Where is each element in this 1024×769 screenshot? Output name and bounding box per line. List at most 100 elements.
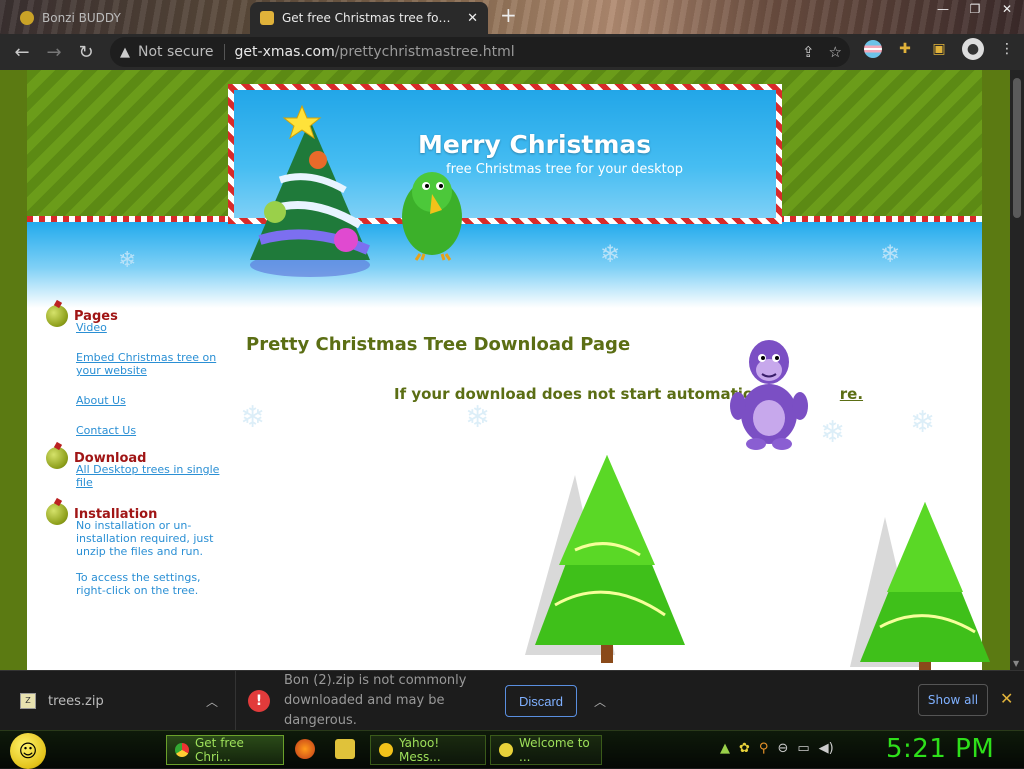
sidebar-link-video[interactable]: Video — [76, 321, 226, 334]
tab-label: Bonzi BUDDY — [42, 11, 121, 25]
sidebar: Pages Video Embed Christmas tree on your… — [46, 305, 226, 610]
sidebar-link-all-trees[interactable]: All Desktop trees in single file — [76, 463, 226, 489]
sidebar-section-download: Download All Desktop trees in single fil… — [46, 447, 226, 489]
scrollbar-thumb[interactable] — [1013, 78, 1021, 218]
candy-stripe-right — [778, 216, 982, 222]
taskbar-button-yahoo[interactable]: Yahoo! Mess... — [370, 735, 486, 765]
chevron-up-icon[interactable]: ︿ — [206, 693, 218, 710]
snowflake-icon: ❄ — [600, 240, 621, 268]
snowflake-icon: ❄ — [465, 400, 491, 435]
download-here-link[interactable]: re. — [840, 385, 863, 403]
snowflake-icon: ❄ — [820, 415, 846, 450]
side-panel-icon[interactable]: ▣ — [928, 38, 950, 60]
bonzi-buddy-gorilla-icon[interactable] — [728, 336, 810, 452]
taskbar: ☺ Get free Chri... Yahoo! Mess... Welcom… — [0, 730, 1024, 769]
bauble-icon — [46, 447, 68, 469]
extension-flag-icon[interactable] — [864, 40, 882, 58]
forward-button[interactable]: → — [38, 36, 70, 68]
close-window-icon[interactable]: ✕ — [998, 2, 1016, 16]
extensions-puzzle-icon[interactable]: ✚ — [894, 38, 916, 60]
restore-icon[interactable]: ❐ — [966, 2, 984, 16]
start-smiley-icon[interactable]: ☺ — [10, 733, 46, 769]
url-path[interactable]: /prettychristmastree.html — [335, 44, 515, 60]
browser-toolbar: ← → ↻ ▲ Not secure get-xmas.com /prettyc… — [0, 34, 1024, 70]
download-file-name[interactable]: trees.zip — [48, 694, 104, 709]
download-item-warning: ! Bon (2).zip is not commonly downloaded… — [248, 671, 624, 731]
menu-kebab-icon[interactable]: ⋮ — [996, 38, 1018, 60]
divider — [223, 44, 225, 60]
omnibox-actions: ⇪ ☆ — [802, 43, 842, 61]
folder-icon[interactable] — [335, 739, 355, 759]
reload-button[interactable]: ↻ — [70, 36, 102, 68]
security-label[interactable]: Not secure — [138, 44, 214, 60]
system-tray: ▲ ✿ ⚲ ⊖ ▭ ◀) — [720, 741, 834, 756]
danger-warning-text: Bon (2).zip is not commonly downloaded a… — [284, 673, 467, 728]
taskbar-label: Yahoo! Mess... — [399, 736, 441, 764]
snowflake-icon: ❄ — [880, 240, 901, 268]
bookmark-star-icon[interactable]: ☆ — [829, 43, 842, 61]
sidebar-link-about[interactable]: About Us — [76, 394, 226, 407]
tree-tray-icon[interactable]: ▲ — [720, 741, 730, 756]
christmas-favicon-icon — [260, 11, 274, 25]
page-title: Pretty Christmas Tree Download Page — [246, 334, 631, 355]
candy-stripe-left — [27, 216, 232, 222]
close-tab-icon[interactable]: ✕ — [467, 11, 478, 26]
share-icon[interactable]: ⇪ — [802, 43, 815, 61]
header-title: Merry Christmas — [418, 130, 652, 159]
banana-icon — [499, 743, 513, 757]
bonzi-favicon-icon — [20, 11, 34, 25]
zip-file-icon: Z — [20, 693, 36, 709]
bauble-icon — [46, 503, 68, 525]
tab-bonzi-buddy[interactable]: Bonzi BUDDY — [10, 2, 250, 34]
tab-label: Get free Christmas tree for your — [282, 11, 452, 25]
settings-text: To access the settings, right-click on t… — [76, 571, 201, 597]
browser-tab-strip: Bonzi BUDDY Get free Christmas tree for … — [0, 0, 1024, 34]
window-controls: — ❐ ✕ — [934, 2, 1016, 16]
danger-icon: ! — [248, 690, 270, 712]
installation-text: No installation or un-installation requi… — [76, 519, 214, 558]
christmas-tree-decoration-icon — [525, 455, 685, 663]
address-bar[interactable]: ▲ Not secure get-xmas.com /prettychristm… — [110, 37, 850, 67]
yahoo-messenger-icon — [379, 743, 393, 757]
close-download-bar-icon[interactable]: ✕ — [1000, 689, 1013, 708]
chrome-icon — [175, 743, 189, 757]
sidebar-link-embed[interactable]: Embed Christmas tree on your website — [76, 351, 226, 377]
header-sky — [27, 218, 982, 308]
toolbar-extensions: ✚ ▣ ● ⋮ — [864, 38, 1018, 60]
chevron-up-icon[interactable]: ︿ — [594, 693, 606, 710]
snowflake-icon: ❄ — [240, 400, 266, 435]
sidebar-section-installation: Installation No installation or un-insta… — [46, 503, 226, 597]
taskbar-button-chrome[interactable]: Get free Chri... — [166, 735, 284, 765]
green-parrot-icon — [402, 172, 462, 261]
tab-christmas-tree[interactable]: Get free Christmas tree for your ✕ — [250, 2, 488, 34]
url-host[interactable]: get-xmas.com — [235, 44, 335, 60]
show-all-button[interactable]: Show all — [918, 684, 988, 716]
profile-avatar-icon[interactable]: ● — [962, 38, 984, 60]
bonzi-tray-icon[interactable]: ✿ — [739, 741, 750, 756]
discard-button[interactable]: Discard — [505, 685, 577, 717]
firefox-icon[interactable] — [295, 739, 315, 759]
download-bar: Z trees.zip ︿ ! Bon (2).zip is not commo… — [0, 670, 1024, 731]
taskbar-clock[interactable]: 5:21 PM — [886, 734, 994, 764]
taskbar-button-welcome[interactable]: Welcome to ... — [490, 735, 602, 765]
page-scrollbar[interactable]: ▼ — [1010, 70, 1024, 670]
bauble-icon — [46, 305, 68, 327]
minimize-icon[interactable]: — — [934, 2, 952, 16]
snowflake-icon: ❄ — [910, 405, 936, 440]
network-tray-icon[interactable]: ▭ — [797, 741, 809, 756]
page-viewport: Merry Christmas free Christmas tree for … — [0, 70, 1010, 670]
taskbar-label: Welcome to ... — [519, 736, 590, 764]
christmas-tree-decoration-icon — [850, 502, 990, 670]
warning-triangle-icon[interactable]: ▲ — [120, 45, 130, 60]
sidebar-link-contact[interactable]: Contact Us — [76, 424, 226, 437]
minus-tray-icon[interactable]: ⊖ — [777, 741, 788, 756]
back-button[interactable]: ← — [6, 36, 38, 68]
volume-icon[interactable]: ◀) — [819, 741, 834, 756]
scroll-down-icon[interactable]: ▼ — [1013, 659, 1019, 668]
header-subtitle: free Christmas tree for your desktop — [446, 162, 683, 177]
download-item-trees[interactable]: Z trees.zip ︿ — [0, 671, 236, 731]
search-tray-icon[interactable]: ⚲ — [759, 741, 769, 756]
sidebar-section-pages: Pages Video Embed Christmas tree on your… — [46, 305, 226, 437]
new-tab-button[interactable]: + — [500, 5, 520, 26]
taskbar-label: Get free Chri... — [195, 736, 244, 764]
